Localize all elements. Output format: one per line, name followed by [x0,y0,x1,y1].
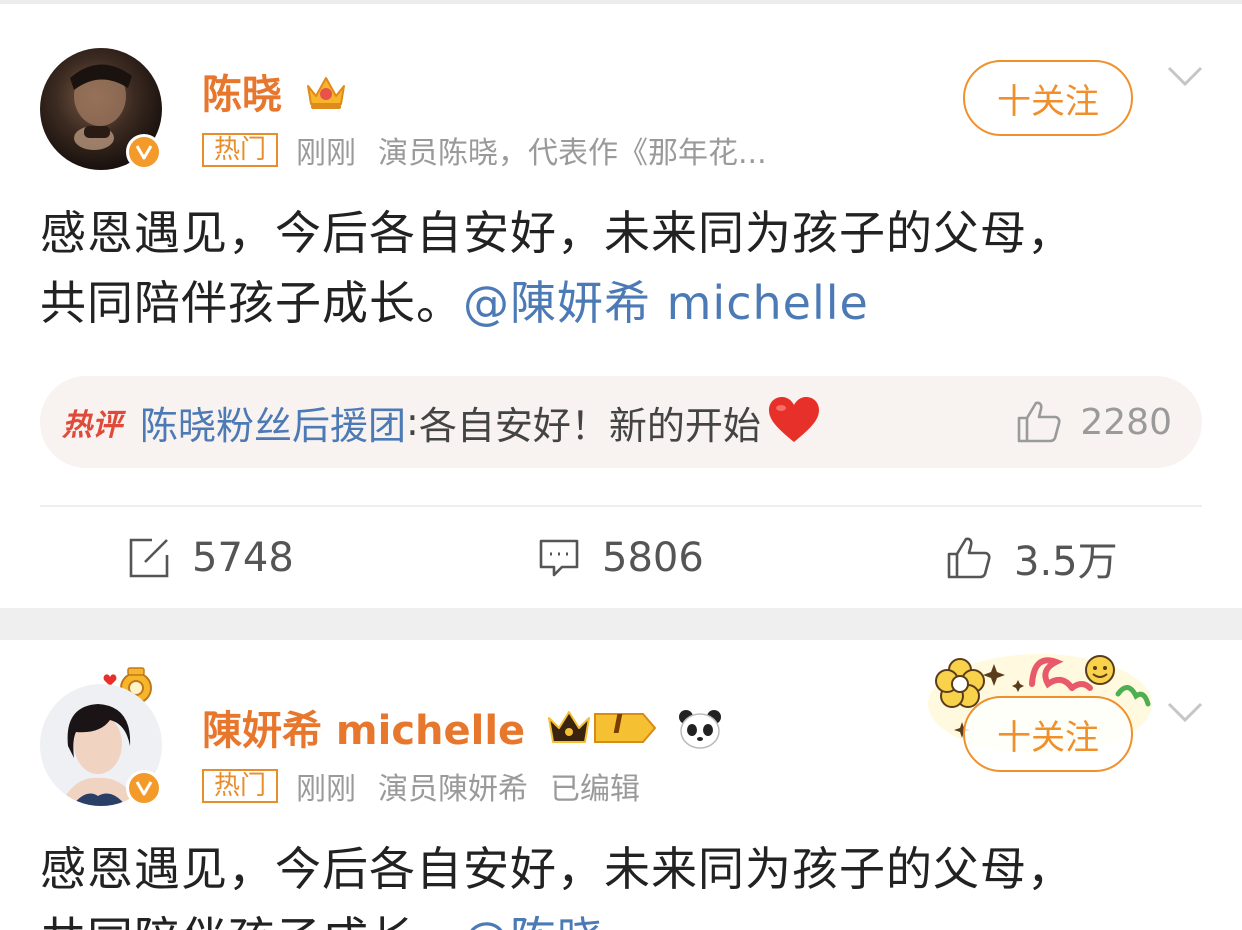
comment-icon [539,539,579,577]
member-level-badge: I [547,706,659,750]
post-card: 陳妍希 michelle I 热门 刚刚 演员陳妍希 已编辑 十关注 感恩遇见，… [0,640,1242,930]
verified-badge-icon [126,134,162,170]
panda-icon [677,708,723,760]
follow-button[interactable]: 十关注 [963,60,1133,136]
divider [40,505,1202,507]
post-time: 刚刚 [296,136,357,171]
chevron-down-icon[interactable] [1166,64,1204,88]
meta-row: 热门 刚刚 演员陳妍希 已编辑 [202,764,640,808]
repost-button[interactable]: 5748 [128,522,294,594]
post-text: 感恩遇见，今后各自安好，未来同为孩子的父母， 共同陪伴孩子成长。@陳妍希 mic… [40,198,1200,338]
hot-tag: 热门 [202,769,279,803]
username-text[interactable]: 陈晓 [202,72,282,118]
comment-count: 5806 [602,535,704,581]
hot-comment-likes-count: 2280 [1080,401,1172,443]
follow-button[interactable]: 十关注 [963,696,1133,772]
crown-icon [304,72,348,122]
post-text-segment: 共同陪伴孩子成长。 [40,912,463,930]
like-button[interactable]: 3.5万 [946,522,1118,594]
post-text: 感恩遇见，今后各自安好，未来同为孩子的父母， 共同陪伴孩子成长。@陈晓 [40,834,1200,930]
post-text-line: 共同陪伴孩子成长。@陈晓 [40,904,1200,930]
post-text-line: 感恩遇见，今后各自安好，未来同为孩子的父母， [40,842,1074,896]
hot-comment-likes[interactable]: 2280 [1016,376,1172,468]
hot-comment-user[interactable]: 陈晓粉丝后援团 [140,395,406,450]
meta-row: 热门 刚刚 演员陈晓，代表作《那年花... [202,128,767,172]
action-bar: 5748 5806 3.5万 [0,522,1242,594]
like-count: 3.5万 [1014,539,1118,585]
mention-link[interactable]: @陳妍希 michelle [463,276,869,330]
follow-label: 十关注 [997,81,1099,122]
post-time: 刚刚 [296,772,357,807]
repost-count: 5748 [192,535,294,581]
thumbs-up-icon [1018,401,1061,443]
post-source: 演员陈晓，代表作《那年花... [378,136,767,171]
verified-badge-icon [126,770,162,806]
hot-tag: 热门 [202,133,279,167]
post-text-line: 感恩遇见，今后各自安好，未来同为孩子的父母， [40,206,1074,260]
thumbs-up-icon [947,537,991,579]
post-separator [0,608,1242,640]
comment-button[interactable]: 5806 [538,522,704,594]
heart-emoji-icon [767,396,821,448]
username[interactable]: 陈晓 [202,62,348,122]
chevron-down-icon[interactable] [1166,700,1204,724]
hot-comment-label: 热评 [62,408,122,443]
repost-icon [129,538,169,578]
hot-comment-text: 各自安好！新的开始 [418,403,761,448]
hot-comment-separator: : [406,400,419,444]
post-source: 演员陳妍希 [378,772,529,807]
follow-label: 十关注 [997,717,1099,758]
mention-link[interactable]: @陈晓 [463,912,604,930]
username[interactable]: 陳妍希 michelle I [202,698,723,760]
username-text[interactable]: 陳妍希 michelle [202,708,525,754]
post-card: 陈晓 热门 刚刚 演员陈晓，代表作《那年花... 十关注 感恩遇见，今后各自安好… [0,4,1242,608]
post-text-line: 共同陪伴孩子成长。@陳妍希 michelle [40,268,1200,338]
edited-label: 已编辑 [550,772,641,807]
post-text-segment: 共同陪伴孩子成长。 [40,276,463,330]
hot-comment[interactable]: 热评 陈晓粉丝后援团 : 各自安好！新的开始 2280 [40,376,1202,468]
member-level-text: I [613,710,623,740]
